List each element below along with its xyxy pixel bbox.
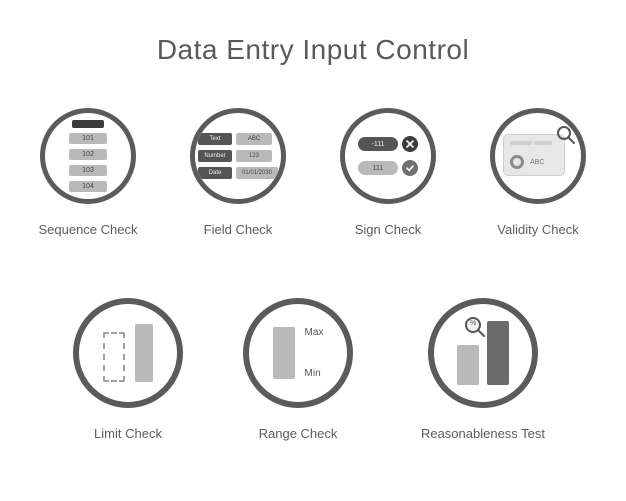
cross-icon bbox=[402, 136, 418, 152]
field-check-icon: Text ABC Number 123 Date 01/01/2030 bbox=[190, 108, 286, 204]
sign-neg: -111 bbox=[358, 137, 398, 151]
item-limit-check: Limit Check bbox=[73, 298, 183, 441]
range-min: Min bbox=[305, 368, 324, 379]
item-validity-check: ABC Validity Check bbox=[483, 108, 593, 237]
field-key: Date bbox=[198, 167, 232, 179]
seq-cell: 102 bbox=[69, 149, 107, 160]
sequence-check-icon: 101 102 103 104 bbox=[40, 108, 136, 204]
range-max: Max bbox=[305, 327, 324, 338]
seq-cell: 104 bbox=[69, 181, 107, 192]
item-label: Range Check bbox=[259, 426, 338, 441]
id-text: ABC bbox=[530, 159, 544, 166]
avatar-icon bbox=[510, 155, 524, 169]
solid-bar-icon bbox=[135, 324, 153, 382]
bar-tall-icon bbox=[487, 321, 509, 385]
item-label: Limit Check bbox=[94, 426, 162, 441]
item-label: Sequence Check bbox=[38, 222, 137, 237]
field-key: Number bbox=[198, 150, 232, 162]
field-val: ABC bbox=[236, 133, 272, 145]
reasonableness-test-icon: % bbox=[428, 298, 538, 408]
field-key: Text bbox=[198, 133, 232, 145]
item-sequence-check: 101 102 103 104 Sequence Check bbox=[33, 108, 143, 237]
item-label: Reasonableness Test bbox=[421, 426, 545, 441]
item-reasonableness-test: % Reasonableness Test bbox=[413, 298, 553, 441]
item-sign-check: -111 111 Sign Check bbox=[333, 108, 443, 237]
page-title: Data Entry Input Control bbox=[0, 34, 626, 66]
check-icon bbox=[402, 160, 418, 176]
percent-icon: % bbox=[470, 320, 476, 327]
item-label: Validity Check bbox=[497, 222, 578, 237]
bar-short-icon bbox=[457, 345, 479, 385]
item-range-check: Max Min Range Check bbox=[243, 298, 353, 441]
range-bar-icon bbox=[273, 327, 295, 379]
item-field-check: Text ABC Number 123 Date 01/01/2030 Field C… bbox=[183, 108, 293, 237]
sign-check-icon: -111 111 bbox=[340, 108, 436, 204]
seq-cell: 103 bbox=[69, 165, 107, 176]
item-label: Field Check bbox=[204, 222, 273, 237]
icon-row-bottom: Limit Check Max Min Range Check bbox=[0, 298, 626, 441]
limit-check-icon bbox=[73, 298, 183, 408]
item-label: Sign Check bbox=[355, 222, 421, 237]
field-val: 01/01/2030 bbox=[236, 167, 278, 179]
validity-check-icon: ABC bbox=[490, 108, 586, 204]
icon-row-top: 101 102 103 104 Sequence Check Text ABC N… bbox=[0, 108, 626, 237]
seq-cell: 101 bbox=[69, 133, 107, 144]
magnifier-icon bbox=[555, 124, 577, 146]
range-check-icon: Max Min bbox=[243, 298, 353, 408]
magnifier-icon bbox=[463, 315, 487, 339]
dashed-bar-icon bbox=[103, 332, 125, 382]
field-val: 123 bbox=[236, 150, 272, 162]
sign-pos: 111 bbox=[358, 161, 398, 175]
